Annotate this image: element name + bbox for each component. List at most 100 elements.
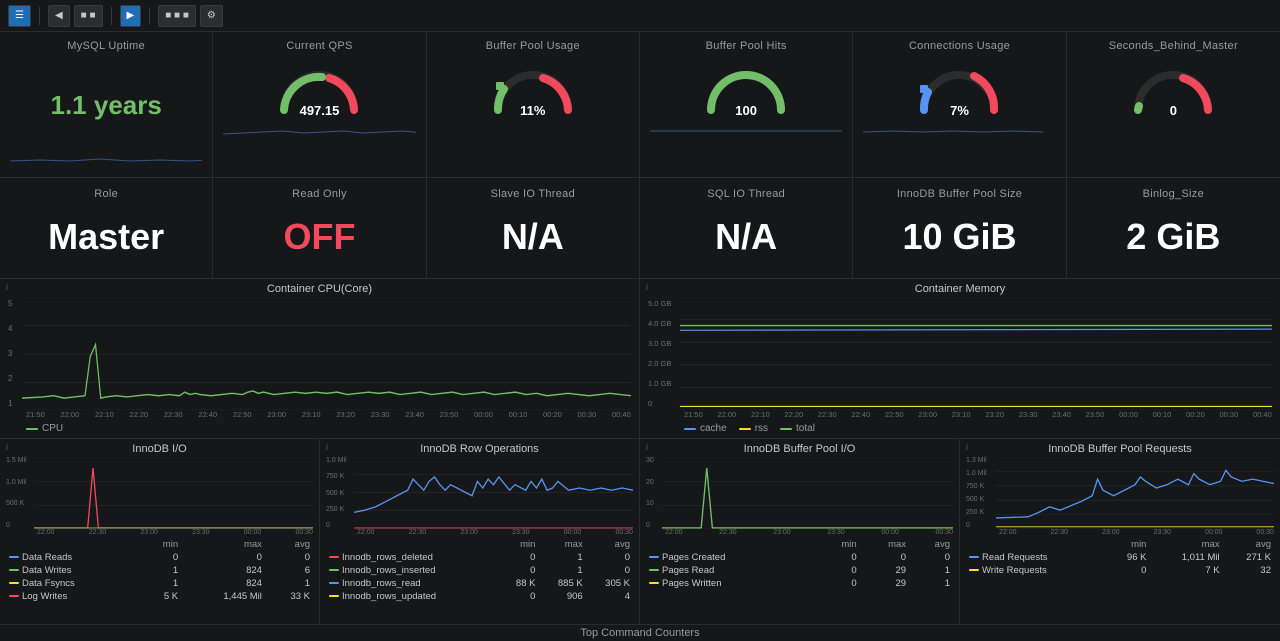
metric-value-binlog: 2 GiB — [1126, 216, 1220, 258]
cpu-x-axis: 21:5022:0022:1022:2022:3022:4022:5023:00… — [26, 410, 631, 419]
innodb-pool-req-corner: i — [966, 442, 968, 452]
legend-total: total — [780, 423, 815, 434]
qps-value: 497.15 — [300, 103, 340, 118]
chart-innodb-io-title: InnoDB I/O — [6, 443, 313, 455]
table-row: Data Reads 0 0 0 — [6, 551, 313, 564]
bp-hits-sparkline — [650, 122, 842, 140]
dot-pages-written — [649, 582, 659, 584]
chart-memory-title: Container Memory — [648, 283, 1272, 295]
innodb-pool-io-x-axis: 22:0022:3023:0023:3000:0000:30 — [665, 529, 953, 536]
table-row: Log Writes 5 K 1,445 Mil 33 K — [6, 590, 313, 603]
uptime-sparkline — [10, 151, 202, 169]
nav-btn-panels[interactable]: ■ ■ ■ — [158, 5, 196, 27]
legend-label-rss: rss — [755, 423, 768, 434]
legend-dot-cpu — [26, 428, 38, 430]
cpu-chart-svg — [22, 297, 631, 410]
innodb-io-corner: i — [6, 442, 8, 452]
metric-connections-usage: Connections Usage 7% — [853, 32, 1066, 177]
metric-title-sql-io: SQL IO Thread — [707, 188, 785, 200]
nav-btn-back[interactable]: ◀ — [48, 5, 70, 27]
chart-innodb-pool-io: i InnoDB Buffer Pool I/O 3020100 22:0022… — [640, 439, 960, 624]
innodb-pool-req-table: min max avg Read Requests 96 K 1,011 Mil… — [966, 538, 1274, 577]
metric-role: Role Master — [0, 178, 213, 278]
innodb-row-table: min max avg Innodb_rows_deleted 0 1 0 In… — [326, 538, 633, 603]
chart-innodb-io: i InnoDB I/O 1.5 Mil1.0 Mil500 K0 — [0, 439, 320, 624]
metrics-row2: Role Master Read Only OFF Slave IO Threa… — [0, 178, 1280, 279]
innodb-io-x-axis: 22:0022:3023:0023:3000:0000:30 — [37, 529, 313, 536]
table-row: Pages Read 0 29 1 — [646, 564, 953, 577]
dot-data-writes — [9, 569, 19, 571]
table-row: Data Writes 1 824 6 — [6, 564, 313, 577]
legend-label-total: total — [796, 423, 815, 434]
table-row: Innodb_rows_inserted 0 1 0 — [326, 564, 633, 577]
chart-innodb-pool-io-title: InnoDB Buffer Pool I/O — [646, 443, 953, 455]
chart-memory: i Container Memory 5.0 GB4.0 GB3.0 GB2.0… — [640, 279, 1280, 438]
metric-title-innodb-pool: InnoDB Buffer Pool Size — [897, 188, 1022, 200]
metric-title-sbm: Seconds_Behind_Master — [1109, 40, 1238, 52]
bottom-label: Top Command Counters — [0, 624, 1280, 641]
conn-usage-value: 7% — [950, 103, 969, 118]
nav-divider-1 — [39, 7, 40, 25]
nav-btn-settings[interactable]: ⚙ — [200, 5, 223, 27]
legend-dot-total — [780, 428, 792, 430]
legend-dot-cache — [684, 428, 696, 430]
innodb-pool-io-y-axis: 3020100 — [646, 457, 662, 529]
metric-title-bp-hits: Buffer Pool Hits — [706, 40, 787, 52]
memory-y-axis: 5.0 GB4.0 GB3.0 GB2.0 GB1.0 GB0 — [648, 297, 680, 410]
dot-pages-created — [649, 556, 659, 558]
table-row: Pages Written 0 29 1 — [646, 577, 953, 590]
innodb-row-corner: i — [326, 442, 328, 452]
qps-sparkline — [223, 122, 415, 140]
chart-cpu: i Container CPU(Core) 54321 — [0, 279, 640, 438]
metric-value-slave-io: N/A — [502, 216, 564, 258]
table-row: Innodb_rows_deleted 0 1 0 — [326, 551, 633, 564]
nav-divider-3 — [149, 7, 150, 25]
metric-title-uptime: MySQL Uptime — [67, 40, 145, 52]
metric-title-conn-usage: Connections Usage — [909, 40, 1010, 52]
memory-chart-svg — [680, 297, 1272, 410]
innodb-pool-req-svg — [996, 457, 1274, 529]
table-row: Innodb_rows_updated 0 906 4 — [326, 590, 633, 603]
metric-title-role: Role — [94, 188, 118, 200]
legend-rss: rss — [739, 423, 768, 434]
innodb-io-y-axis: 1.5 Mil1.0 Mil500 K0 — [6, 457, 34, 529]
nav-btn-grid[interactable]: ■ ■ — [74, 5, 103, 27]
cpu-y-axis: 54321 — [8, 297, 22, 410]
legend-cache: cache — [684, 423, 727, 434]
legend-cpu: CPU — [26, 423, 63, 434]
metric-sql-io: SQL IO Thread N/A — [640, 178, 853, 278]
dot-rows-updated — [329, 595, 339, 597]
metric-binlog-size: Binlog_Size 2 GiB — [1067, 178, 1280, 278]
dot-rows-inserted — [329, 569, 339, 571]
innodb-io-table: min max avg Data Reads 0 0 0 Data Writes… — [6, 538, 313, 603]
metric-title-readonly: Read Only — [292, 188, 347, 200]
metric-buffer-pool-usage: Buffer Pool Usage 11% — [427, 32, 640, 177]
dot-log-writes — [9, 595, 19, 597]
metric-value-role: Master — [48, 216, 164, 258]
innodb-pool-io-corner: i — [646, 442, 648, 452]
metric-title-qps: Current QPS — [286, 40, 352, 52]
bp-usage-value: 11% — [520, 103, 545, 118]
chart-innodb-row-ops: i InnoDB Row Operations 1.0 Mil750 K500 … — [320, 439, 640, 624]
table-row: Read Requests 96 K 1,011 Mil 271 K — [966, 551, 1274, 564]
metric-mysql-uptime: MySQL Uptime 1.1 years — [0, 32, 213, 177]
innodb-row-svg — [354, 457, 633, 529]
metric-value-innodb-pool: 10 GiB — [902, 216, 1016, 258]
innodb-pool-req-y-axis: 1.3 Mil1.0 Mil750 K500 K250 K0 — [966, 457, 996, 529]
nav-btn-home[interactable]: ☰ — [8, 5, 31, 27]
metric-value-readonly: OFF — [284, 216, 356, 258]
nav-btn-active[interactable]: ▶ — [120, 5, 142, 27]
metric-buffer-pool-hits: Buffer Pool Hits 100 — [640, 32, 853, 177]
charts-bottom-row: i InnoDB I/O 1.5 Mil1.0 Mil500 K0 — [0, 439, 1280, 624]
memory-legend: cache rss total — [684, 421, 1272, 436]
conn-sparkline — [863, 122, 1055, 140]
metric-title-binlog: Binlog_Size — [1143, 188, 1204, 200]
charts-row-main: i Container CPU(Core) 54321 — [0, 279, 1280, 439]
memory-x-axis: 21:5022:0022:1022:2022:3022:4022:5023:00… — [684, 410, 1272, 419]
metric-value-uptime: 1.1 years — [51, 90, 162, 121]
table-row: Pages Created 0 0 0 — [646, 551, 953, 564]
innodb-pool-io-svg — [662, 457, 953, 529]
dot-pages-read — [649, 569, 659, 571]
chart-innodb-row-title: InnoDB Row Operations — [326, 443, 633, 455]
top-nav: ☰ ◀ ■ ■ ▶ ■ ■ ■ ⚙ — [0, 0, 1280, 32]
